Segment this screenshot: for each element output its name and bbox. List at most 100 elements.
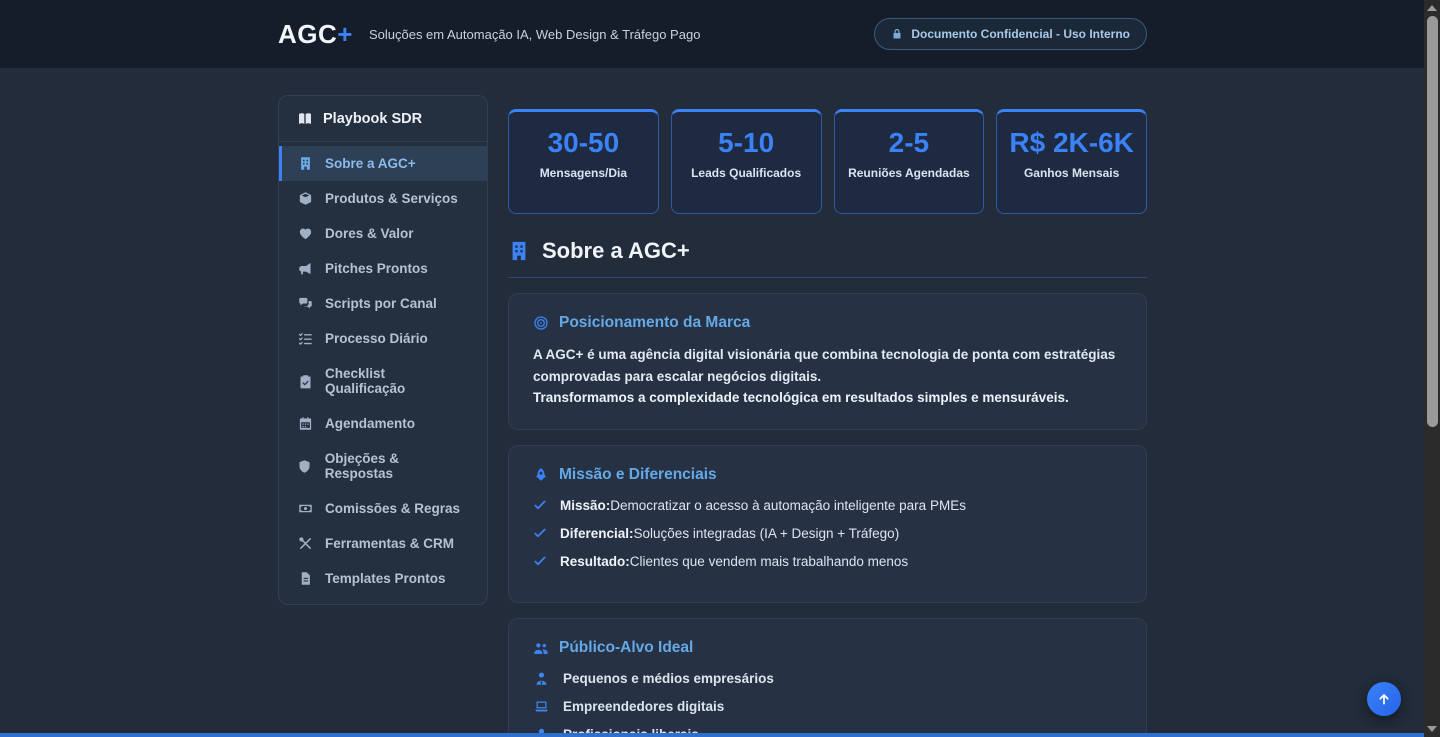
book-open-icon: [297, 111, 313, 127]
stats-row: 30-50 Mensagens/Dia 5-10 Leads Qualificados…: [508, 109, 1147, 214]
rocket-icon: [533, 467, 549, 483]
sidebar-item-label: Objeções & Respostas: [325, 451, 469, 481]
shield-icon: [297, 459, 313, 474]
sidebar-item-label: Processo Diário: [325, 331, 428, 346]
sidebar-header: Playbook SDR: [279, 96, 487, 142]
file-icon: [297, 571, 313, 586]
check-icon: [533, 526, 547, 540]
audience-item-text: Empreendedores digitais: [563, 699, 724, 714]
stat-card: 30-50 Mensagens/Dia: [508, 109, 659, 214]
bottom-accent-bar: [0, 733, 1424, 737]
positioning-card-title: Posicionamento da Marca: [533, 314, 1122, 332]
arrow-up-icon: [1376, 691, 1392, 707]
positioning-highlight: Transformamos a complexidade tecnológica…: [533, 387, 1122, 409]
laptop-icon: [533, 699, 550, 714]
app-tagline: Soluções em Automação IA, Web Design & T…: [369, 27, 700, 42]
sidebar-item-agendamento[interactable]: Agendamento: [279, 406, 487, 441]
sidebar-item-label: Ferramentas & CRM: [325, 536, 454, 551]
scroll-to-top-button[interactable]: [1367, 682, 1401, 716]
sidebar-item-checklist-qualificacao[interactable]: Checklist Qualificação: [279, 356, 487, 406]
scrollbar[interactable]: [1424, 0, 1440, 737]
sidebar-item-label: Scripts por Canal: [325, 296, 437, 311]
confidential-badge: Documento Confidencial - Uso Interno: [874, 18, 1147, 50]
mission-list-item: Diferencial:Soluções integradas (IA + De…: [533, 526, 1122, 541]
sidebar-item-scripts-por-canal[interactable]: Scripts por Canal: [279, 286, 487, 321]
audience-list-item: Empreendedores digitais: [533, 699, 1122, 714]
sidebar-nav: Sobre a AGC+ Produtos & Serviços Dores & V…: [279, 142, 487, 596]
stat-label: Reuniões Agendadas: [843, 166, 976, 180]
page-title: Sobre a AGC+: [508, 238, 1147, 278]
sidebar-item-label: Templates Prontos: [325, 571, 446, 586]
page-title-text: Sobre a AGC+: [542, 238, 690, 264]
mission-card-title: Missão e Diferenciais: [533, 466, 1122, 484]
check-icon: [533, 554, 547, 568]
sidebar-item-templates-prontos[interactable]: Templates Prontos: [279, 561, 487, 596]
mission-item-text: Diferencial:Soluções integradas (IA + De…: [560, 526, 899, 541]
sidebar-item-dores-valor[interactable]: Dores & Valor: [279, 216, 487, 251]
positioning-paragraph: A AGC+ é uma agência digital visionária …: [533, 344, 1122, 387]
bullseye-icon: [533, 315, 549, 331]
sidebar-item-processo-diario[interactable]: Processo Diário: [279, 321, 487, 356]
sidebar: Playbook SDR Sobre a AGC+ Produtos & Serv…: [278, 95, 488, 605]
sidebar-item-objecoes-respostas[interactable]: Objeções & Respostas: [279, 441, 487, 491]
sidebar-item-label: Comissões & Regras: [325, 501, 460, 516]
audience-list-item: Pequenos e médios empresários: [533, 671, 1122, 686]
clipboard-check-icon: [297, 374, 313, 389]
scrollbar-thumb[interactable]: [1427, 16, 1438, 427]
calendar-icon: [297, 416, 313, 431]
mission-item-text: Resultado:Clientes que vendem mais traba…: [560, 554, 908, 569]
bullhorn-icon: [297, 261, 313, 276]
scrollbar-up-arrow[interactable]: [1427, 5, 1437, 11]
stat-label: Mensagens/Dia: [517, 166, 650, 180]
stat-label: Ganhos Mensais: [1005, 166, 1138, 180]
sidebar-item-label: Dores & Valor: [325, 226, 414, 241]
stat-card: 5-10 Leads Qualificados: [671, 109, 822, 214]
sidebar-item-ferramentas-crm[interactable]: Ferramentas & CRM: [279, 526, 487, 561]
mission-list-item: Resultado:Clientes que vendem mais traba…: [533, 554, 1122, 569]
heart-icon: [297, 226, 313, 241]
scrollbar-down-arrow[interactable]: [1427, 726, 1437, 732]
sidebar-item-produtos-servicos[interactable]: Produtos & Serviços: [279, 181, 487, 216]
sidebar-item-label: Agendamento: [325, 416, 415, 431]
mission-list: Missão:Democratizar o acesso à automação…: [533, 498, 1122, 569]
sidebar-item-sobre-a-agc[interactable]: Sobre a AGC+: [279, 146, 487, 181]
user-tie-icon: [533, 671, 550, 686]
stat-value: 2-5: [843, 128, 976, 159]
sidebar-item-label: Sobre a AGC+: [325, 156, 416, 171]
audience-card: Público-Alvo Ideal Pequenos e médios emp…: [508, 618, 1147, 737]
list-check-icon: [297, 331, 313, 346]
users-icon: [533, 640, 549, 656]
sidebar-title: Playbook SDR: [323, 111, 422, 127]
comments-icon: [297, 296, 313, 311]
stat-value: 5-10: [680, 128, 813, 159]
audience-item-text: Pequenos e médios empresários: [563, 671, 774, 686]
stat-value: R$ 2K-6K: [1005, 128, 1138, 159]
app-logo: AGC+: [278, 19, 353, 50]
positioning-card: Posicionamento da Marca A AGC+ é uma agê…: [508, 293, 1147, 430]
audience-list: Pequenos e médios empresários Empreendedo…: [533, 671, 1122, 737]
building-icon: [508, 240, 530, 262]
lock-icon: [891, 28, 903, 40]
mission-item-label: Diferencial:: [560, 526, 634, 541]
app-header: AGC+ Soluções em Automação IA, Web Desig…: [0, 0, 1440, 68]
sidebar-item-comissoes-regras[interactable]: Comissões & Regras: [279, 491, 487, 526]
mission-card: Missão e Diferenciais Missão:Democratiza…: [508, 445, 1147, 603]
stat-label: Leads Qualificados: [680, 166, 813, 180]
main-content: 30-50 Mensagens/Dia 5-10 Leads Qualificados…: [508, 95, 1147, 737]
sidebar-item-label: Pitches Prontos: [325, 261, 428, 276]
box-icon: [297, 191, 313, 206]
mission-item-label: Missão:: [560, 498, 610, 513]
money-bill-icon: [297, 501, 313, 516]
sidebar-item-label: Checklist Qualificação: [325, 366, 469, 396]
positioning-card-body: A AGC+ é uma agência digital visionária …: [533, 344, 1122, 409]
mission-item-text: Missão:Democratizar o acesso à automação…: [560, 498, 966, 513]
building-icon: [297, 156, 313, 171]
confidential-badge-label: Documento Confidencial - Uso Interno: [911, 27, 1130, 41]
audience-card-title: Público-Alvo Ideal: [533, 639, 1122, 657]
check-icon: [533, 498, 547, 512]
stat-card: R$ 2K-6K Ganhos Mensais: [996, 109, 1147, 214]
stat-value: 30-50: [517, 128, 650, 159]
sidebar-item-label: Produtos & Serviços: [325, 191, 458, 206]
sidebar-item-pitches-prontos[interactable]: Pitches Prontos: [279, 251, 487, 286]
stat-card: 2-5 Reuniões Agendadas: [834, 109, 985, 214]
